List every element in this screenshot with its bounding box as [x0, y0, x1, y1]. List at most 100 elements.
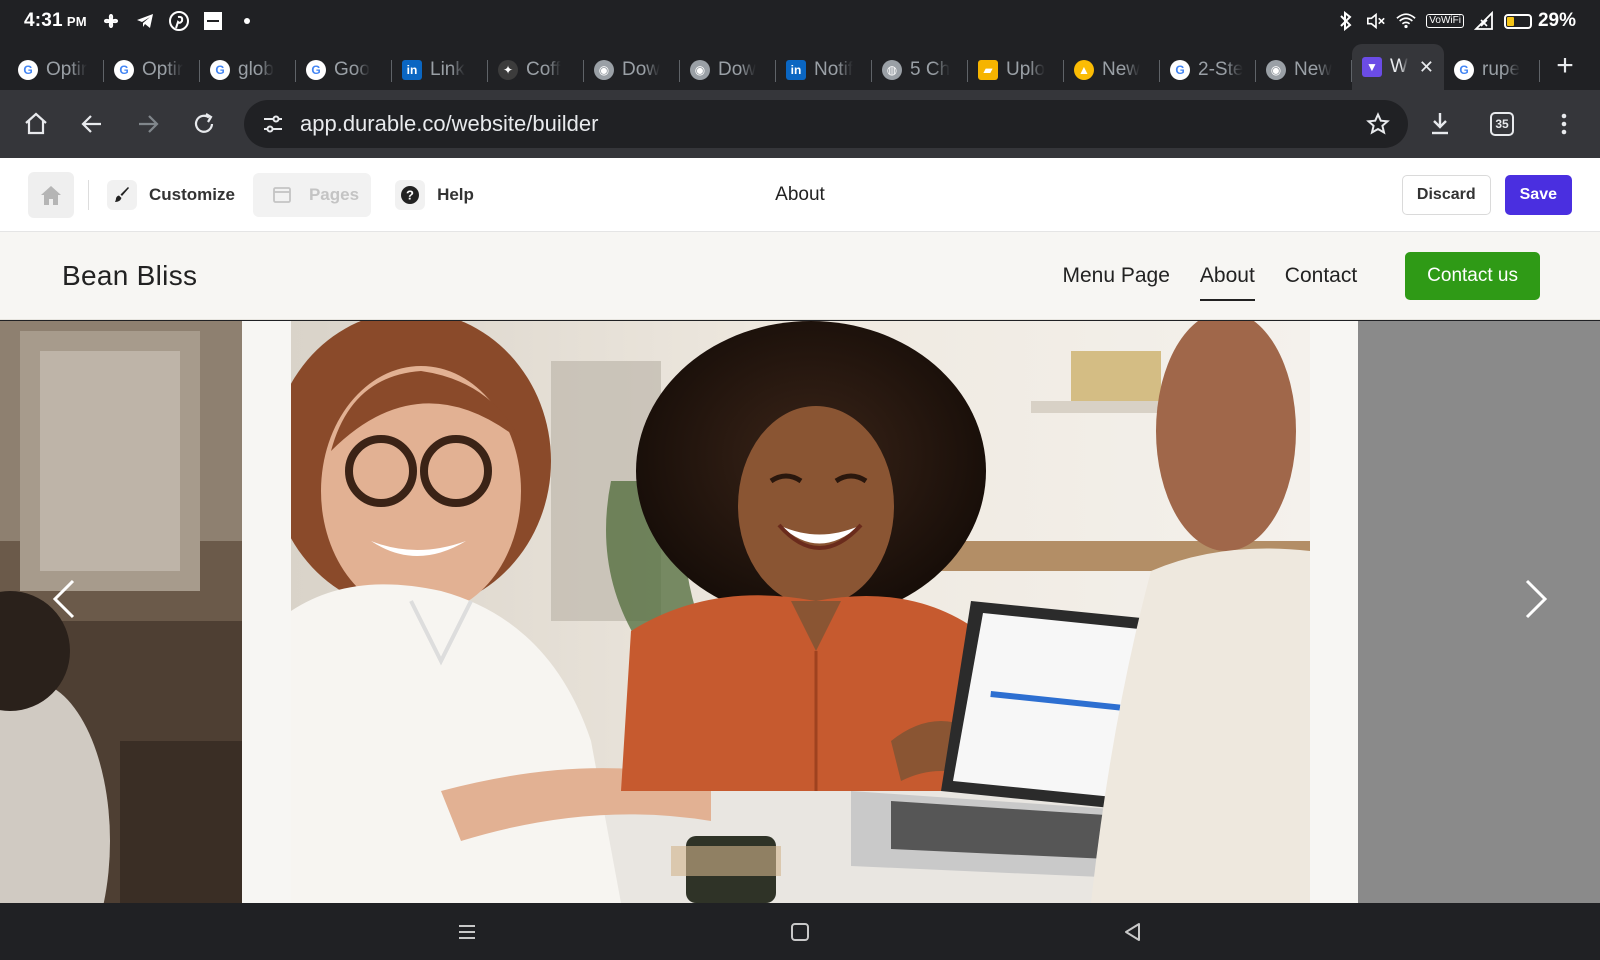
app-notification-icon	[203, 11, 223, 31]
save-button[interactable]: Save	[1504, 174, 1572, 215]
durable-icon: ▼	[1362, 57, 1382, 77]
triangle-back-icon	[1125, 922, 1141, 941]
close-tab-icon[interactable]: ✕	[1419, 57, 1434, 78]
browser-tab[interactable]: ▲ New	[1064, 50, 1160, 90]
download-icon	[1432, 113, 1448, 135]
back-button[interactable]	[70, 102, 114, 146]
browser-tab[interactable]: ◉ New	[1256, 50, 1352, 90]
tab-title: Optir	[142, 59, 184, 80]
browser-window-icon	[267, 180, 297, 210]
browser-menu-button[interactable]	[1542, 102, 1586, 146]
reload-icon	[194, 113, 214, 133]
site-settings-icon[interactable]	[262, 113, 284, 135]
time-value: 4:31	[24, 10, 63, 31]
status-time: 4:31 PM	[24, 10, 87, 32]
browser-tab[interactable]: in Notif	[776, 50, 872, 90]
tab-title: Uplo	[1006, 59, 1046, 80]
address-bar[interactable]: app.durable.co/website/builder	[244, 100, 1408, 148]
mute-icon	[1366, 11, 1386, 31]
carousel-next-slide[interactable]	[1358, 321, 1600, 903]
pinterest-icon	[168, 11, 189, 31]
new-tab-button[interactable]: +	[1550, 49, 1580, 83]
linkedin-icon: in	[402, 60, 422, 80]
forward-button[interactable]	[126, 102, 170, 146]
browser-tab[interactable]: G Optir	[104, 50, 200, 90]
bluetooth-icon	[1336, 11, 1356, 31]
nav-link-menu-page[interactable]: Menu Page	[1062, 254, 1169, 298]
tab-title: 2-Ste	[1198, 59, 1244, 80]
google-g-icon: G	[306, 60, 326, 80]
wifi-icon	[1396, 11, 1416, 31]
browser-tab[interactable]: ◍ 5 Ch	[872, 50, 968, 90]
browser-tab[interactable]: in Link	[392, 50, 488, 90]
svg-text:?: ?	[406, 187, 414, 202]
google-g-icon: G	[1170, 60, 1190, 80]
nav-link-contact[interactable]: Contact	[1285, 254, 1357, 298]
tab-title: Optir	[46, 59, 88, 80]
toolbar-divider	[88, 179, 89, 210]
browser-tab[interactable]: ◉ Dow	[680, 50, 776, 90]
url-text[interactable]: app.durable.co/website/builder	[300, 111, 598, 137]
globe-icon: ◍	[882, 60, 902, 80]
battery-icon	[1503, 13, 1532, 29]
browser-tab[interactable]: G Optir	[8, 50, 104, 90]
pages-button[interactable]: Pages	[252, 172, 372, 217]
google-g-icon: G	[114, 60, 134, 80]
carousel-previous-slide[interactable]	[0, 321, 242, 903]
browser-toolbar: app.durable.co/website/builder 35	[0, 90, 1600, 158]
system-home-button[interactable]	[780, 912, 820, 952]
builder-home-button[interactable]	[28, 171, 74, 218]
home-icon	[25, 112, 47, 135]
site-brand[interactable]: Bean Bliss	[62, 260, 197, 292]
fan-icon	[101, 11, 121, 31]
vowifi-badge: VoWiFi	[1426, 14, 1464, 28]
upload-site-icon: ▰	[978, 60, 998, 80]
google-ads-icon: ▲	[1074, 60, 1094, 80]
tab-title: rupe	[1482, 59, 1521, 80]
bookmark-star-icon[interactable]	[1366, 112, 1390, 136]
carousel-current-slide[interactable]	[291, 321, 1310, 903]
tab-switcher-button[interactable]: 35	[1480, 102, 1524, 146]
time-ampm: PM	[66, 14, 87, 29]
browser-tab[interactable]: Gglob	[200, 50, 296, 90]
download-button[interactable]	[1418, 102, 1462, 146]
contact-us-button[interactable]: Contact us	[1405, 251, 1540, 300]
site-nav: Menu Page About Contact Contact us	[1062, 251, 1540, 301]
square-home-icon	[790, 922, 809, 941]
browser-tab[interactable]: ▰ Uplo	[968, 50, 1064, 90]
battery-indicator: 29%	[1503, 10, 1576, 32]
tab-title: Dow	[718, 59, 757, 80]
carousel-next-button[interactable]	[1516, 569, 1556, 629]
arrow-right-icon	[139, 115, 159, 133]
home-button[interactable]	[14, 102, 58, 146]
discard-button[interactable]: Discard	[1401, 174, 1491, 215]
browser-tab[interactable]: ✦ Coff	[488, 50, 584, 90]
chrome-icon: ◉	[690, 60, 710, 80]
browser-tab[interactable]: Grupe	[1444, 50, 1540, 90]
cafe-photo	[0, 321, 242, 903]
google-g-icon: G	[210, 60, 230, 80]
browser-tab[interactable]: ◉ Dow	[584, 50, 680, 90]
tab-title: New	[1294, 59, 1333, 80]
customize-button[interactable]: Customize	[107, 173, 253, 217]
carousel-prev-button[interactable]	[44, 569, 84, 629]
tab-title: Coff	[526, 59, 561, 80]
browser-tab[interactable]: ▼ W ✕	[1352, 44, 1444, 90]
battery-fill	[1506, 16, 1514, 26]
system-nav-bar	[0, 903, 1600, 960]
tab-title: Dow	[622, 59, 661, 80]
signal-icon	[1473, 11, 1494, 31]
google-g-icon: G	[18, 60, 38, 80]
browser-tab[interactable]: G 2-Ste	[1160, 50, 1256, 90]
linkedin-icon: in	[786, 60, 806, 80]
reload-button[interactable]	[182, 102, 226, 146]
system-back-button[interactable]	[1113, 912, 1153, 952]
tab-title: W	[1390, 56, 1408, 77]
telegram-icon	[135, 11, 155, 31]
browser-tab[interactable]: G Goo	[296, 50, 392, 90]
help-button[interactable]: ? Help	[395, 173, 492, 217]
recents-button[interactable]	[447, 912, 487, 952]
more-notifications-dot-icon	[237, 11, 257, 31]
nav-link-about[interactable]: About	[1199, 254, 1255, 301]
arrow-left-icon	[81, 115, 101, 133]
